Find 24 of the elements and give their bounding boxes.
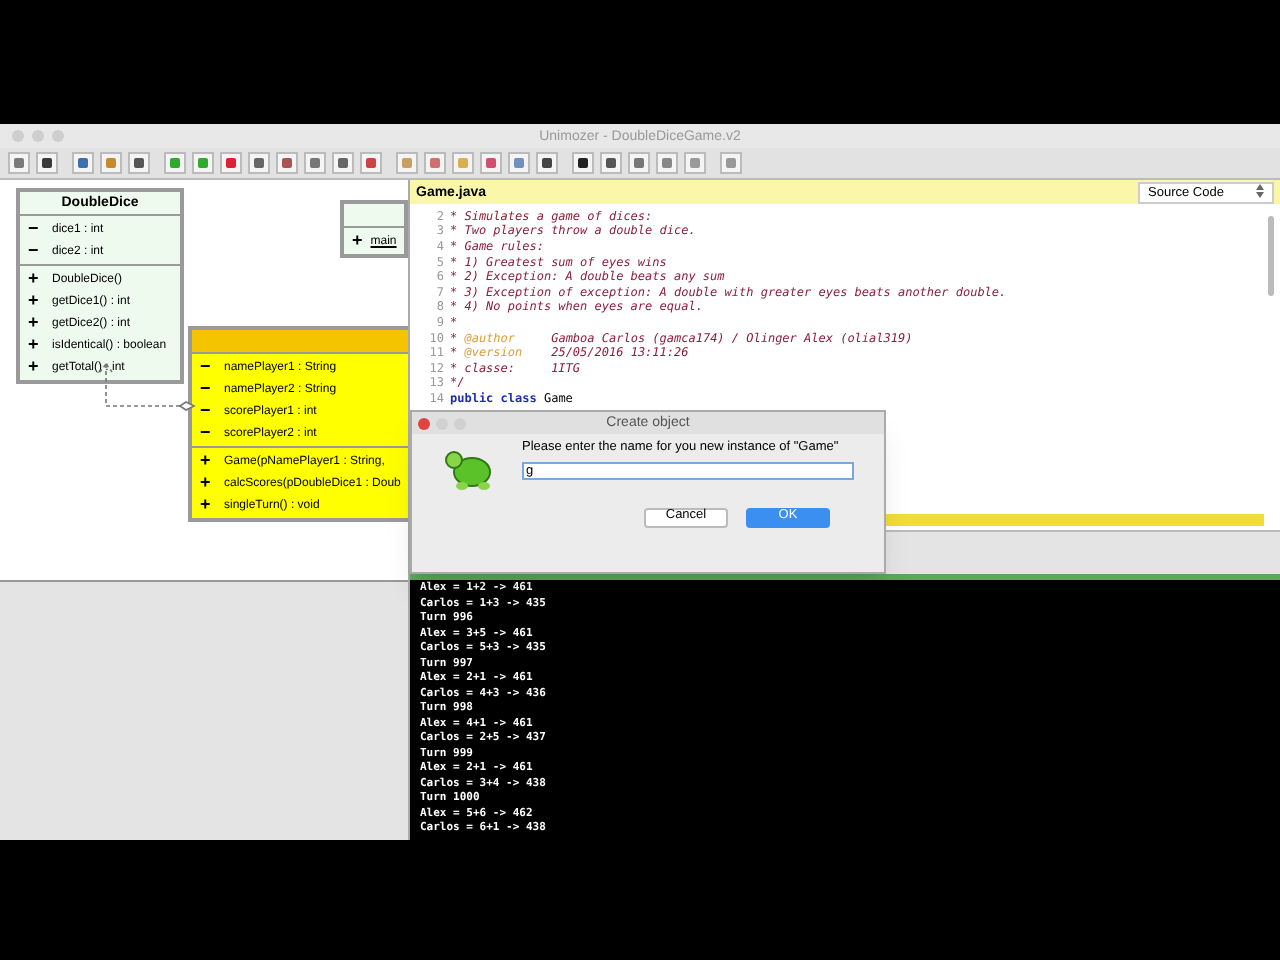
visibility-sign: +: [28, 292, 41, 310]
toolbar-icon[interactable]: [536, 152, 558, 174]
scrollbar[interactable]: [1268, 216, 1274, 296]
toolbar-icon[interactable]: [36, 152, 58, 174]
visibility-sign: +: [200, 474, 213, 492]
visibility-sign: +: [28, 358, 41, 376]
toolbar-icon[interactable]: [600, 152, 622, 174]
select-arrows-icon: [1256, 183, 1264, 197]
visibility-sign: +: [352, 232, 363, 250]
visibility-sign: +: [28, 270, 41, 288]
toolbar-icon[interactable]: [572, 152, 594, 174]
visibility-sign: −: [200, 424, 213, 442]
visibility-sign: +: [200, 452, 213, 470]
toolbar-icon[interactable]: [128, 152, 150, 174]
visibility-sign: −: [28, 242, 41, 260]
visibility-sign: −: [200, 402, 213, 420]
visibility-sign: +: [28, 336, 41, 354]
visibility-sign: −: [28, 220, 41, 238]
close-icon[interactable]: [418, 417, 430, 429]
visibility-sign: −: [200, 358, 213, 376]
visibility-sign: +: [28, 314, 41, 332]
turtle-icon: [442, 446, 494, 490]
visibility-sign: +: [200, 496, 213, 514]
visibility-sign: −: [200, 380, 213, 398]
